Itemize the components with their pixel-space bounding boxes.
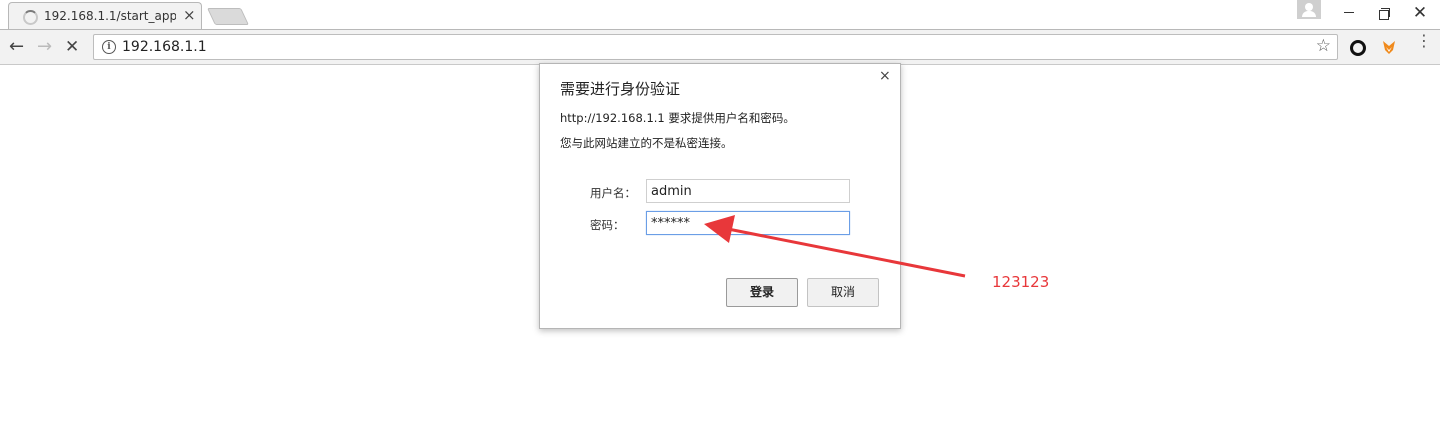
- dialog-close-icon[interactable]: ×: [879, 68, 891, 84]
- dialog-warning: 您与此网站建立的不是私密连接。: [560, 136, 733, 150]
- browser-tab[interactable]: 192.168.1.1/start_apply ×: [8, 2, 202, 29]
- password-label: 密码：: [590, 218, 625, 232]
- stop-icon[interactable]: ✕: [65, 35, 79, 59]
- tab-close-icon[interactable]: ×: [183, 6, 196, 24]
- loading-spinner-icon: [23, 10, 38, 25]
- dialog-message: http://192.168.1.1 要求提供用户名和密码。: [560, 111, 795, 125]
- dialog-title: 需要进行身份验证: [560, 80, 681, 98]
- forward-icon[interactable]: →: [37, 35, 52, 59]
- tab-strip: 192.168.1.1/start_apply × ✕: [0, 0, 1440, 29]
- bookmark-star-icon[interactable]: ☆: [1316, 36, 1331, 56]
- restore-button[interactable]: [1364, 0, 1400, 26]
- login-button[interactable]: 登录: [726, 278, 798, 307]
- username-label: 用户名：: [590, 186, 636, 200]
- menu-icon[interactable]: ⋮: [1416, 33, 1432, 49]
- browser-toolbar: ← → ✕ i 192.168.1.1 ☆ ⋮: [0, 29, 1440, 65]
- profile-icon[interactable]: [1297, 0, 1321, 19]
- extension-fox-icon[interactable]: [1381, 39, 1397, 55]
- new-tab-button[interactable]: [207, 8, 249, 25]
- annotation-label: 123123: [992, 273, 1050, 291]
- info-icon[interactable]: i: [102, 40, 116, 54]
- back-icon[interactable]: ←: [9, 35, 24, 59]
- tab-title: 192.168.1.1/start_apply: [44, 9, 176, 23]
- cancel-button[interactable]: 取消: [807, 278, 879, 307]
- extension-ring-icon[interactable]: [1350, 40, 1366, 56]
- address-bar[interactable]: i 192.168.1.1 ☆: [93, 34, 1338, 60]
- window-close-button[interactable]: ✕: [1402, 0, 1438, 26]
- url-text[interactable]: 192.168.1.1: [122, 39, 207, 55]
- password-input[interactable]: [646, 211, 850, 235]
- username-input[interactable]: [646, 179, 850, 203]
- auth-dialog: 需要进行身份验证 × http://192.168.1.1 要求提供用户名和密码…: [539, 63, 901, 329]
- minimize-button[interactable]: [1331, 0, 1367, 26]
